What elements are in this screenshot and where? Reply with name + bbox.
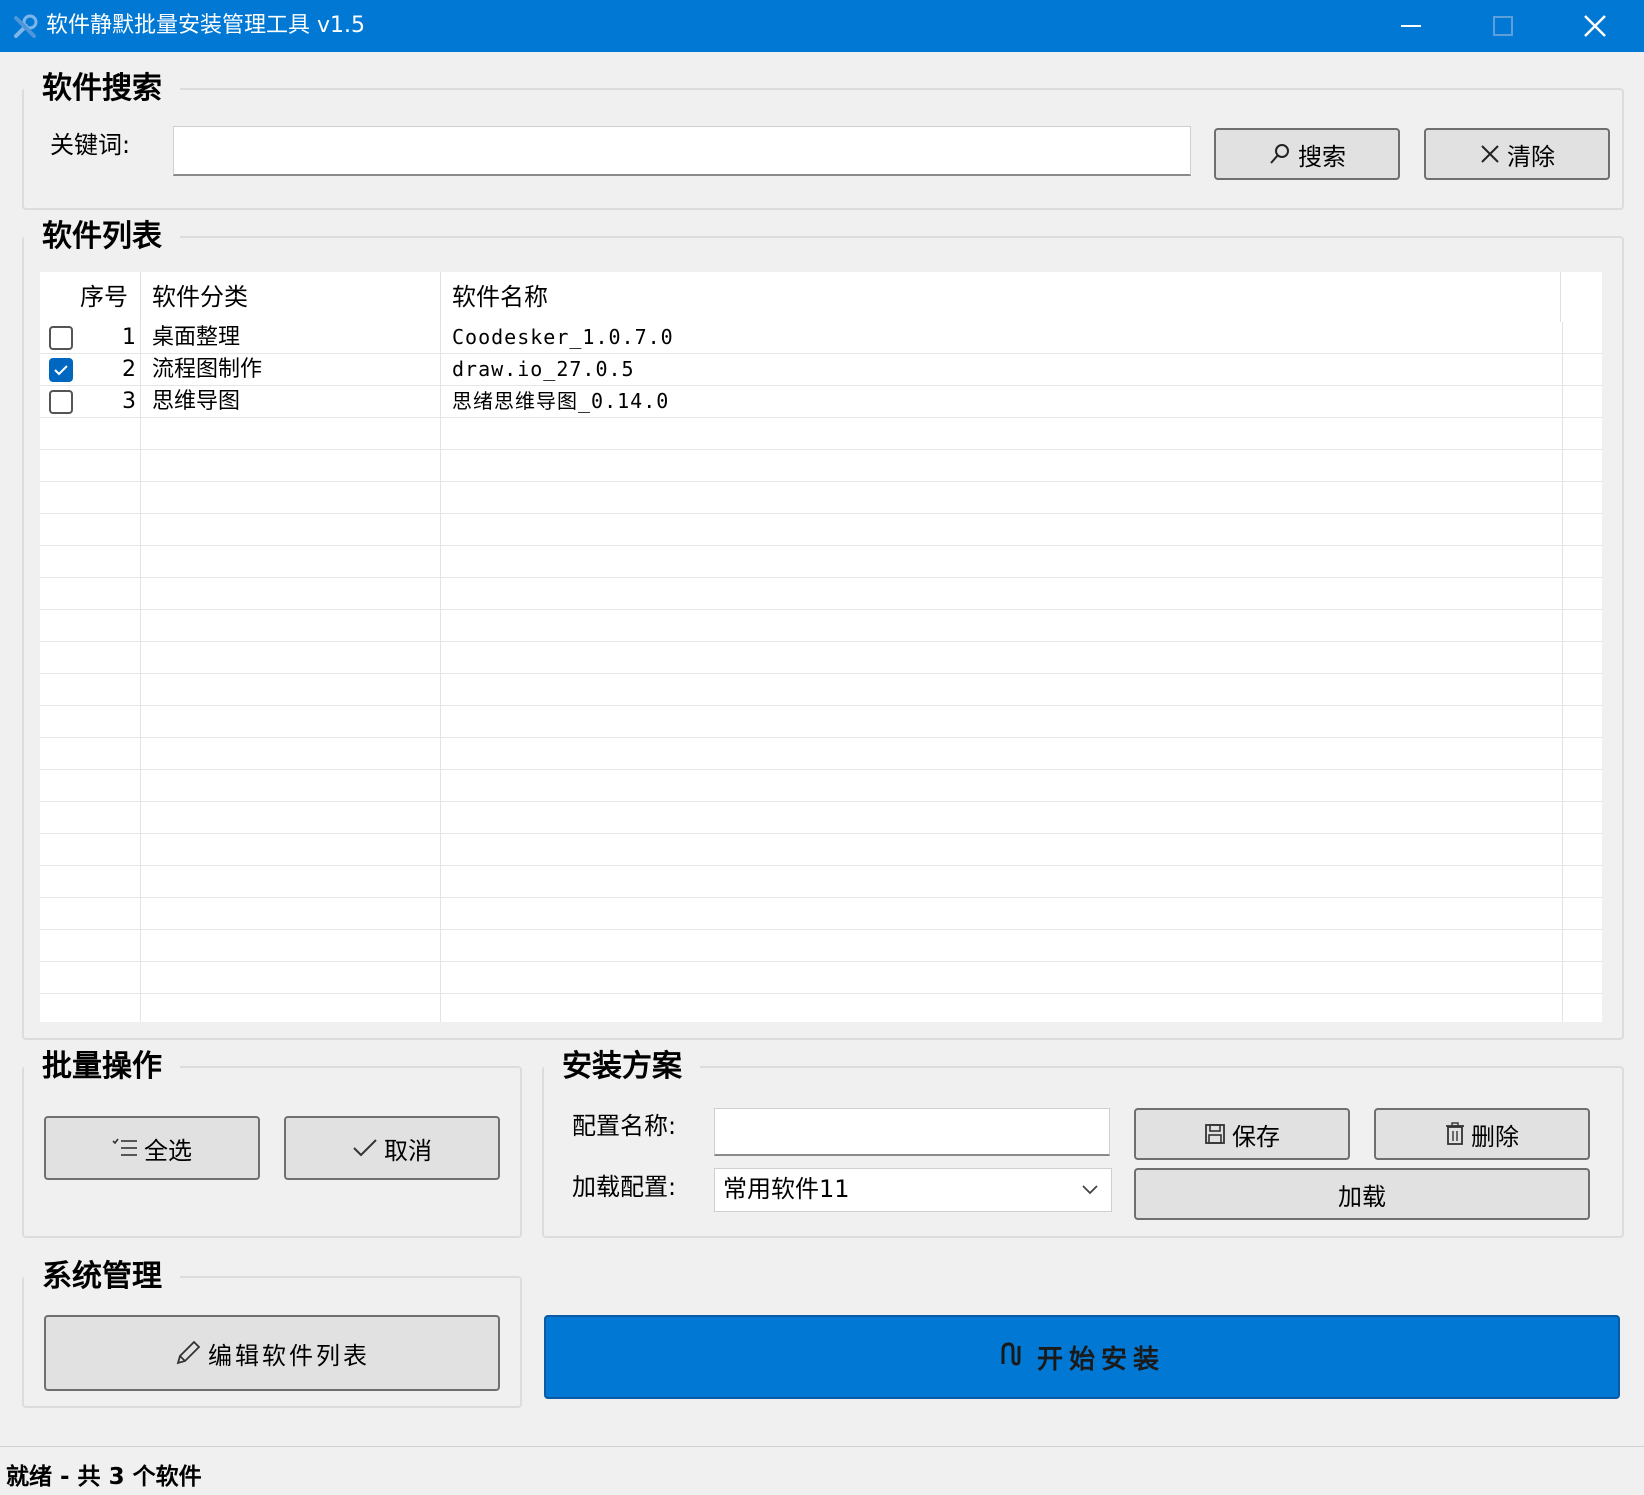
deselect-button[interactable]: 取消 [284, 1116, 500, 1180]
window-title: 软件静默批量安装管理工具 v1.5 [46, 13, 366, 38]
checklist-icon [112, 1137, 138, 1159]
row-software-name: draw.io_27.0.5 [452, 357, 635, 381]
search-button-label: 搜索 [1298, 142, 1346, 171]
pencil-icon [174, 1339, 202, 1367]
empty-table-row [40, 546, 1602, 578]
empty-table-row [40, 674, 1602, 706]
search-icon [1268, 142, 1292, 166]
batch-operations-legend: 批量操作 [42, 1049, 162, 1084]
column-header-category[interactable]: 软件分类 [152, 272, 248, 322]
clear-button[interactable]: 清除 [1424, 128, 1610, 180]
select-all-label: 全选 [144, 1136, 192, 1165]
software-list-legend: 软件列表 [42, 219, 162, 254]
delete-config-button[interactable]: 删除 [1374, 1108, 1590, 1160]
save-config-button[interactable]: 保存 [1134, 1108, 1350, 1160]
grid-rows: 1 桌面整理 Coodesker_1.0.7.0 2 流程图制作 draw.io… [40, 322, 1602, 1022]
edit-software-list-button[interactable]: 编辑软件列表 [44, 1315, 500, 1391]
empty-table-row [40, 770, 1602, 802]
row-software-name: Coodesker_1.0.7.0 [452, 325, 674, 349]
empty-table-row [40, 514, 1602, 546]
empty-table-row [40, 930, 1602, 962]
row-index: 1 [122, 325, 136, 350]
minimize-button[interactable] [1366, 0, 1456, 52]
check-icon [352, 1137, 378, 1159]
start-install-button[interactable]: 开始安装 [544, 1315, 1620, 1399]
row-category: 思维导图 [152, 389, 241, 414]
row-index: 3 [122, 389, 136, 414]
trash-icon [1445, 1122, 1465, 1146]
install-icon [999, 1340, 1023, 1375]
start-install-label: 开始安装 [1036, 1344, 1165, 1375]
empty-table-row [40, 418, 1602, 450]
search-group-legend: 软件搜索 [42, 71, 162, 106]
status-text: 就绪 - 共 3 个软件 [6, 1464, 202, 1490]
empty-table-row [40, 610, 1602, 642]
tools-icon [10, 12, 40, 42]
close-icon [1583, 14, 1607, 38]
minimize-icon [1400, 15, 1422, 37]
grid-header: 序号 软件分类 软件名称 [40, 272, 1602, 322]
empty-table-row [40, 898, 1602, 930]
empty-table-row [40, 994, 1602, 1022]
keyword-label: 关键词: [50, 131, 131, 159]
edit-software-list-label: 编辑软件列表 [208, 1341, 370, 1370]
empty-table-row [40, 578, 1602, 610]
system-management-legend: 系统管理 [42, 1259, 162, 1294]
save-config-label: 保存 [1232, 1122, 1280, 1151]
select-all-button[interactable]: 全选 [44, 1116, 260, 1180]
config-name-label: 配置名称: [572, 1112, 677, 1140]
save-icon [1204, 1123, 1226, 1145]
empty-table-row [40, 866, 1602, 898]
status-bar: 就绪 - 共 3 个软件 [0, 1446, 1644, 1495]
load-config-select[interactable]: 常用软件11 [714, 1168, 1112, 1212]
empty-table-row [40, 962, 1602, 994]
search-button[interactable]: 搜索 [1214, 128, 1400, 180]
row-index: 2 [122, 357, 136, 382]
load-config-label: 加载配置: [572, 1173, 677, 1201]
column-header-index[interactable]: 序号 [80, 272, 128, 322]
delete-config-label: 删除 [1471, 1122, 1519, 1151]
empty-table-row [40, 706, 1602, 738]
load-config-button-label: 加载 [1338, 1182, 1386, 1211]
empty-table-row [40, 738, 1602, 770]
table-row[interactable]: 3 思维导图 思绪思维导图_0.14.0 [40, 386, 1602, 418]
row-category: 桌面整理 [152, 325, 241, 350]
empty-table-row [40, 802, 1602, 834]
config-name-input[interactable] [714, 1108, 1110, 1156]
chevron-down-icon [1081, 1169, 1099, 1209]
load-config-button[interactable]: 加载 [1134, 1168, 1590, 1220]
clear-button-label: 清除 [1507, 142, 1555, 171]
column-header-name[interactable]: 软件名称 [452, 272, 548, 322]
keyword-input[interactable] [173, 126, 1191, 176]
row-category: 流程图制作 [152, 357, 263, 382]
install-plan-legend: 安装方案 [562, 1049, 682, 1084]
empty-table-row [40, 482, 1602, 514]
maximize-icon [1492, 15, 1514, 37]
row-software-name: 思绪思维导图_0.14.0 [452, 389, 670, 413]
deselect-label: 取消 [384, 1136, 432, 1165]
empty-table-row [40, 834, 1602, 866]
title-bar: 软件静默批量安装管理工具 v1.5 [0, 0, 1644, 52]
close-window-button[interactable] [1550, 0, 1640, 52]
load-config-value: 常用软件11 [723, 1175, 850, 1203]
clear-icon [1479, 143, 1501, 165]
software-grid[interactable]: 序号 软件分类 软件名称 1 桌面整理 Coodesker_1.0.7.0 2 … [40, 272, 1602, 1022]
table-row[interactable]: 1 桌面整理 Coodesker_1.0.7.0 [40, 322, 1602, 354]
empty-table-row [40, 642, 1602, 674]
empty-table-row [40, 450, 1602, 482]
maximize-button[interactable] [1458, 0, 1548, 52]
table-row[interactable]: 2 流程图制作 draw.io_27.0.5 [40, 354, 1602, 386]
